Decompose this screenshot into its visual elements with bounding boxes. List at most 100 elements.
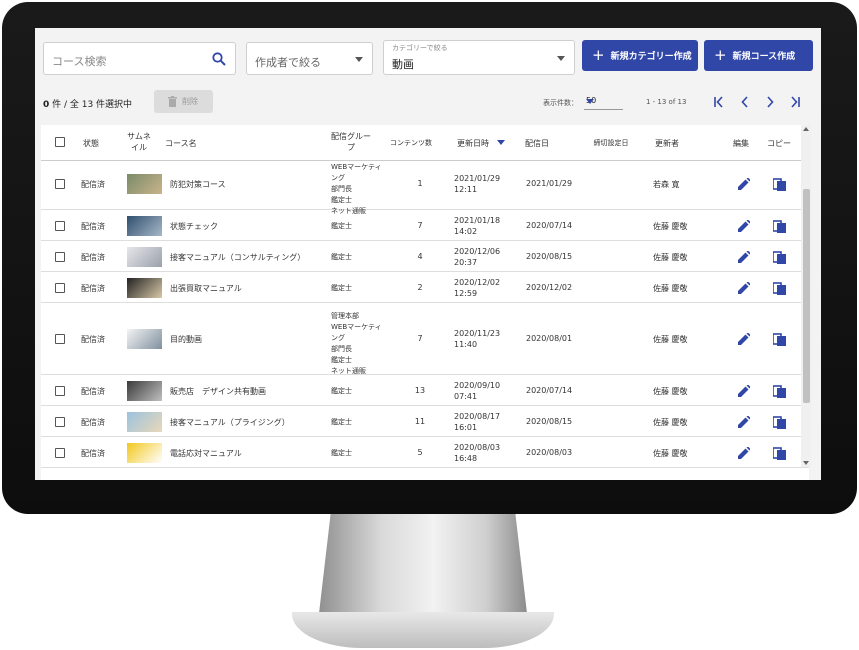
header-delivery-group[interactable]: 配信グループ [331,131,371,153]
header-updater[interactable]: 更新者 [651,138,683,149]
course-name: 接客マニュアル（プライジング） [170,418,290,427]
updated-at: 2020/12/02 12:59 [454,278,501,298]
row-checkbox[interactable] [55,179,65,189]
row-checkbox[interactable] [55,334,65,344]
table-row[interactable]: 配信済 出張買取マニュアル 鑑定士 2 2020/12/02 12:59 2020/12/… [41,272,809,303]
edit-icon[interactable] [738,251,750,263]
table-header: 状態 サムネイル コース名 配信グループ コンテンツ数 更新日時 配信日 締切設… [41,125,809,161]
copy-icon[interactable] [773,281,786,295]
trash-icon [168,96,177,107]
updater-name: 佐藤 慶敬 [653,387,688,396]
search-icon[interactable] [211,51,227,67]
delivery-date: 2021/01/29 [526,179,573,188]
edit-icon[interactable] [738,447,750,459]
table-row[interactable]: 配信済 防犯対策コース WEBマーケティング 部門長 鑑定士 ネット通販 1 2021/… [41,158,809,215]
first-page-icon[interactable] [711,94,727,110]
table-row[interactable]: 配信済 状態チェック 鑑定士 7 2021/01/18 14:02 2020/07/14 佐… [41,210,809,241]
scroll-down-icon[interactable] [803,461,809,465]
edit-icon[interactable] [738,178,750,190]
copy-icon[interactable] [773,415,786,429]
header-course-name[interactable]: コース名 [165,138,209,149]
header-status: 状態 [83,139,99,148]
select-all-checkbox[interactable] [55,137,65,147]
search-input[interactable]: コース検索 [43,42,236,75]
table-row[interactable]: 配信済 接客マニュアル（プライジング） 鑑定士 11 2020/08/17 16:01 2… [41,406,809,437]
row-status: 配信済 [81,253,105,262]
content-count: 1 [417,179,423,188]
course-thumbnail[interactable] [127,247,162,267]
edit-icon[interactable] [738,282,750,294]
per-page-select[interactable]: 50 [584,92,623,110]
copy-icon[interactable] [773,177,786,191]
delivery-date: 2020/07/14 [526,221,573,230]
header-edit: 編集 [733,139,749,148]
course-thumbnail[interactable] [127,443,162,463]
updater-name: 佐藤 慶敬 [653,418,688,427]
header-content-count[interactable]: コンテンツ数 [387,138,435,148]
edit-icon[interactable] [738,416,750,428]
edit-icon[interactable] [738,385,750,397]
header-thumbnail: サムネイル [127,132,151,152]
new-category-button[interactable]: + 新規カテゴリー作成 [582,40,698,71]
monitor-stand-base [292,612,554,648]
copy-icon[interactable] [773,219,786,233]
app-screen: コース検索 作成者で絞る カテゴリーで絞る 動画 + 新規カテゴリー作成 + 新… [35,28,821,480]
prev-page-icon[interactable] [737,94,753,110]
row-checkbox[interactable] [55,221,65,231]
course-thumbnail[interactable] [127,278,162,298]
row-checkbox[interactable] [55,448,65,458]
course-thumbnail[interactable] [127,329,162,349]
copy-icon[interactable] [773,446,786,460]
header-copy: コピー [767,139,791,148]
row-checkbox[interactable] [55,417,65,427]
updater-name: 佐藤 慶敬 [653,253,688,262]
row-status: 配信済 [81,335,105,344]
edit-icon[interactable] [738,333,750,345]
next-page-icon[interactable] [762,94,778,110]
author-filter-select[interactable]: 作成者で絞る [246,42,373,75]
content-count: 11 [414,417,426,426]
table-row[interactable]: 配信済 接客マニュアル（コンサルティング） 鑑定士 4 2020/12/06 20:37… [41,241,809,272]
pagination-range: 1 - 13 of 13 [646,98,687,106]
new-category-button-label: 新規カテゴリー作成 [610,52,692,62]
new-course-button[interactable]: + 新規コース作成 [704,40,813,71]
chevron-down-icon [355,57,363,62]
edit-icon[interactable] [738,220,750,232]
sort-desc-icon[interactable] [497,140,505,146]
header-delivery-date[interactable]: 配信日 [521,138,553,149]
last-page-icon[interactable] [787,94,803,110]
course-thumbnail[interactable] [127,412,162,432]
delivery-group: 鑑定士 [331,449,352,457]
category-filter-select[interactable]: カテゴリーで絞る 動画 [383,40,575,75]
delete-button-label: 削除 [182,97,198,106]
scrollbar-thumb[interactable] [803,189,810,403]
delivery-date: 2020/08/15 [526,252,573,261]
updated-at: 2020/09/10 07:41 [454,381,501,401]
updated-at: 2020/08/17 16:01 [454,412,501,432]
row-checkbox[interactable] [55,252,65,262]
updater-name: 佐藤 慶敬 [653,222,688,231]
content-count: 7 [417,334,423,343]
table-row[interactable]: 配信済 目的動画 管理本部 WEBマーケティング 部門長 鑑定士 ネット通販 7 202… [41,303,809,375]
header-updated-at[interactable]: 更新日時 [449,138,497,149]
course-thumbnail[interactable] [127,381,162,401]
scroll-up-icon[interactable] [803,127,809,131]
table-row[interactable]: 配信済 販売店 デザイン共有動画 鑑定士 13 2020/09/10 07:41 2020… [41,375,809,406]
copy-icon[interactable] [773,384,786,398]
delete-button[interactable]: 削除 [154,90,213,113]
row-checkbox[interactable] [55,283,65,293]
delivery-date: 2020/08/15 [526,417,573,426]
delivery-date: 2020/12/02 [526,283,573,292]
course-thumbnail[interactable] [127,216,162,236]
course-name: 防犯対策コース [170,180,226,189]
plus-icon: + [592,46,605,64]
plus-icon: + [714,46,727,64]
header-deadline-date[interactable]: 締切設定日 [589,138,633,148]
table-row[interactable]: 配信済 電話応対マニュアル 鑑定士 5 2020/08/03 16:48 2020/08/… [41,437,809,468]
updater-name: 若森 寛 [653,180,680,189]
course-thumbnail[interactable] [127,174,162,194]
copy-icon[interactable] [773,250,786,264]
table-scrollbar[interactable] [801,125,811,467]
row-checkbox[interactable] [55,386,65,396]
copy-icon[interactable] [773,332,786,346]
